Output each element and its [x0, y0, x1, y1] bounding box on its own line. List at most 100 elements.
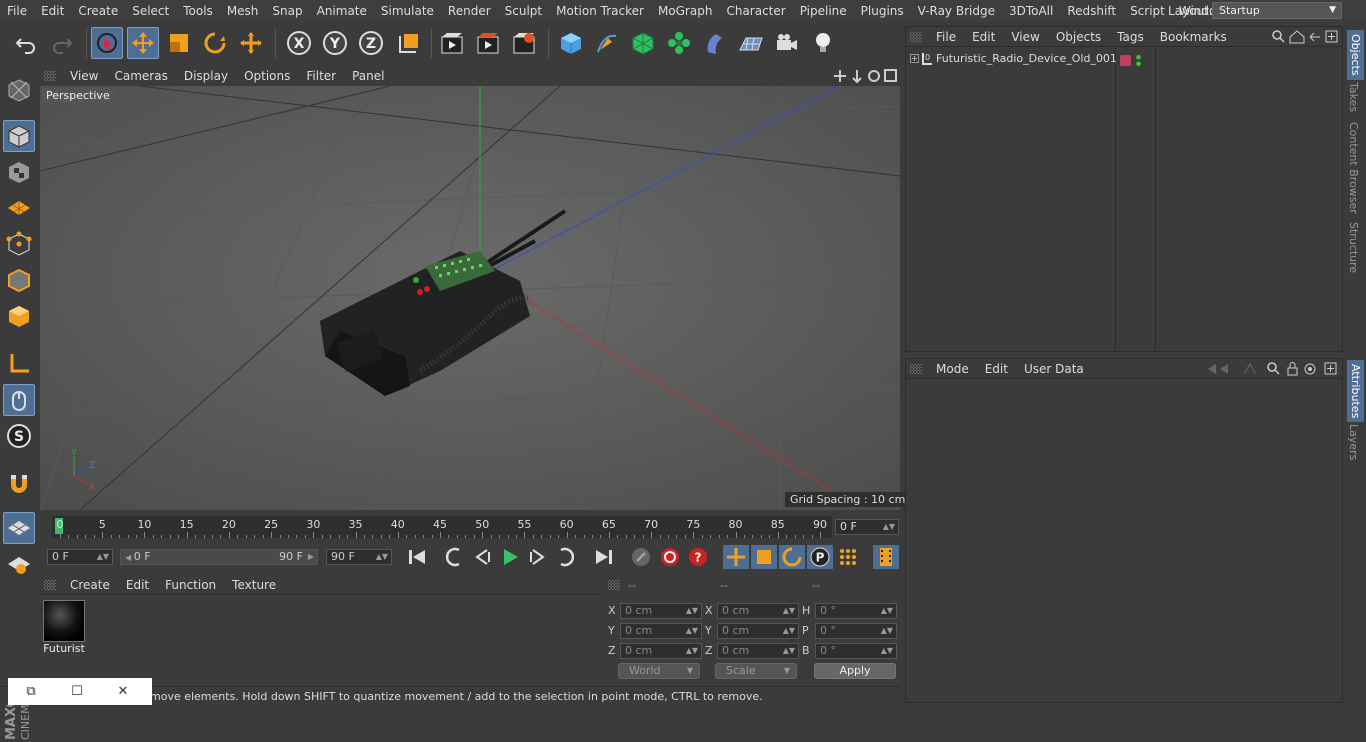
menu-mesh[interactable]: Mesh [220, 0, 266, 22]
play-button[interactable] [497, 545, 523, 569]
menu-script[interactable]: Script [1123, 0, 1172, 22]
spinner-icon[interactable]: ▲▼ [686, 624, 698, 638]
texture-mode-button[interactable] [3, 156, 35, 188]
coordinate-value-field[interactable]: 0 cm ▲▼ [620, 623, 702, 639]
edges-mode-button[interactable] [3, 264, 35, 296]
viewport-menu-display[interactable]: Display [176, 69, 236, 83]
viewport-menu-filter[interactable]: Filter [298, 69, 344, 83]
material-menu-texture[interactable]: Texture [224, 578, 284, 592]
coordinate-value-field[interactable]: 0 cm ▲▼ [717, 603, 799, 619]
enable-snap-button[interactable] [3, 468, 35, 500]
go-to-start-button[interactable] [404, 545, 430, 569]
material-menu-create[interactable]: Create [62, 578, 118, 592]
workplane-lock-button[interactable] [3, 512, 35, 544]
bend-deformer-button[interactable] [699, 27, 731, 59]
attribute-menu-user-data[interactable]: User Data [1016, 362, 1092, 376]
coordinate-value-field[interactable]: 0 ° ▲▼ [815, 603, 897, 619]
menu-character[interactable]: Character [719, 0, 792, 22]
restore-icon[interactable]: ⧉ [8, 684, 54, 699]
menu-motion-tracker[interactable]: Motion Tracker [549, 0, 651, 22]
object-menu-tags[interactable]: Tags [1109, 30, 1152, 44]
menu-animate[interactable]: Animate [310, 0, 374, 22]
previous-key-button[interactable] [441, 545, 467, 569]
spinner-icon[interactable]: ▲▼ [881, 624, 893, 638]
timeline-window-button[interactable] [873, 545, 899, 569]
visibility-dots-icon[interactable] [1136, 54, 1141, 67]
object-name[interactable]: Futuristic_Radio_Device_Old_001 [936, 52, 1117, 65]
tweak-mode-button[interactable] [3, 384, 35, 416]
render-view-button[interactable] [436, 27, 468, 59]
x-axis-lock-button[interactable]: X [283, 27, 315, 59]
y-axis-lock-button[interactable]: Y [319, 27, 351, 59]
coordinate-value-field[interactable]: 0 ° ▲▼ [815, 643, 897, 659]
menu-snap[interactable]: Snap [265, 0, 309, 22]
menu-3dtoall[interactable]: 3DToAll [1002, 0, 1060, 22]
spinner-icon[interactable]: ▲▼ [783, 624, 795, 638]
viewport-menu-view[interactable]: View [62, 69, 106, 83]
subdivision-surface-button[interactable] [627, 27, 659, 59]
object-menu-bookmarks[interactable]: Bookmarks [1152, 30, 1235, 44]
pen-spline-button[interactable] [591, 27, 623, 59]
keyframe-selection-button[interactable]: ? [685, 545, 711, 569]
rotation-key-button[interactable] [779, 545, 805, 569]
side-tab-structure[interactable]: Structure [1347, 222, 1360, 273]
previous-frame-button[interactable] [469, 545, 495, 569]
coordinate-value-field[interactable]: 0 cm ▲▼ [717, 643, 799, 659]
coordinate-value-field[interactable]: 0 ° ▲▼ [815, 623, 897, 639]
spinner-icon[interactable]: ▲▼ [686, 644, 698, 658]
timeline-ruler[interactable]: 0 5 10 15 20 25 30 35 40 45 50 55 60 65 70 75 80 85 90 [52, 516, 832, 538]
object-menu-objects[interactable]: Objects [1048, 30, 1109, 44]
attribute-manager-tools[interactable] [1206, 362, 1338, 376]
menu-sculpt[interactable]: Sculpt [498, 0, 549, 22]
parameter-key-button[interactable]: P [807, 545, 833, 569]
menu-create[interactable]: Create [71, 0, 125, 22]
coordinate-value-field[interactable]: 0 cm ▲▼ [620, 603, 702, 619]
next-frame-button[interactable] [525, 545, 551, 569]
close-icon[interactable]: ✕ [100, 684, 146, 699]
menu-plugins[interactable]: Plugins [854, 0, 911, 22]
material-swatch[interactable]: Futurist [43, 600, 85, 656]
polygons-mode-button[interactable] [3, 300, 35, 332]
coordinate-mode-dropdown[interactable]: World ▼ [618, 663, 700, 679]
start-frame-field[interactable]: 0 F ▲▼ [47, 549, 113, 565]
z-axis-lock-button[interactable]: Z [355, 27, 387, 59]
attribute-menu-mode[interactable]: Mode [928, 362, 977, 376]
record-active-objects-button[interactable] [628, 545, 654, 569]
material-menu-edit[interactable]: Edit [118, 578, 157, 592]
apply-button[interactable]: Apply [814, 663, 896, 679]
menu-edit[interactable]: Edit [34, 0, 71, 22]
menu-select[interactable]: Select [125, 0, 176, 22]
menu-render[interactable]: Render [441, 0, 498, 22]
coordinate-size-dropdown[interactable]: Scale ▼ [715, 663, 797, 679]
viewport-menu-cameras[interactable]: Cameras [106, 69, 175, 83]
rotate-tool-button[interactable] [199, 27, 231, 59]
object-menu-view[interactable]: View [1003, 30, 1047, 44]
position-key-button[interactable] [723, 545, 749, 569]
spinner-icon[interactable]: ▲▼ [686, 604, 698, 618]
menu-file[interactable]: File [0, 0, 34, 22]
live-selection-button[interactable] [91, 27, 123, 59]
viewport-navigation[interactable] [834, 67, 898, 85]
side-tab-content-browser[interactable]: Content Browser [1347, 122, 1360, 214]
floor-button[interactable] [735, 27, 767, 59]
expand-icon[interactable]: + [910, 54, 919, 63]
maximize-icon[interactable]: ☐ [54, 684, 100, 699]
object-manager-tools[interactable] [1272, 30, 1338, 44]
redo-button[interactable] [46, 27, 78, 59]
coordinate-value-field[interactable]: 0 cm ▲▼ [717, 623, 799, 639]
3d-viewport[interactable]: Y Z X [40, 86, 900, 510]
object-row[interactable]: + 0 Futuristic_Radio_Device_Old_001 [910, 52, 1117, 65]
menu-pipeline[interactable]: Pipeline [793, 0, 854, 22]
object-menu-file[interactable]: File [928, 30, 964, 44]
workplane-mode-button[interactable] [3, 192, 35, 224]
model-mode-button[interactable] [3, 120, 35, 152]
viewport-menu-options[interactable]: Options [236, 69, 298, 83]
layer-color-tag[interactable] [1120, 55, 1131, 66]
viewport-menu-panel[interactable]: Panel [344, 69, 392, 83]
edit-render-settings-button[interactable] [508, 27, 540, 59]
current-frame-field[interactable]: 0 F ▲▼ [835, 519, 899, 535]
menu-v-ray-bridge[interactable]: V-Ray Bridge [911, 0, 1002, 22]
autokeying-button[interactable] [657, 545, 683, 569]
render-to-picture-viewer-button[interactable] [472, 27, 504, 59]
attribute-menu-edit[interactable]: Edit [977, 362, 1016, 376]
